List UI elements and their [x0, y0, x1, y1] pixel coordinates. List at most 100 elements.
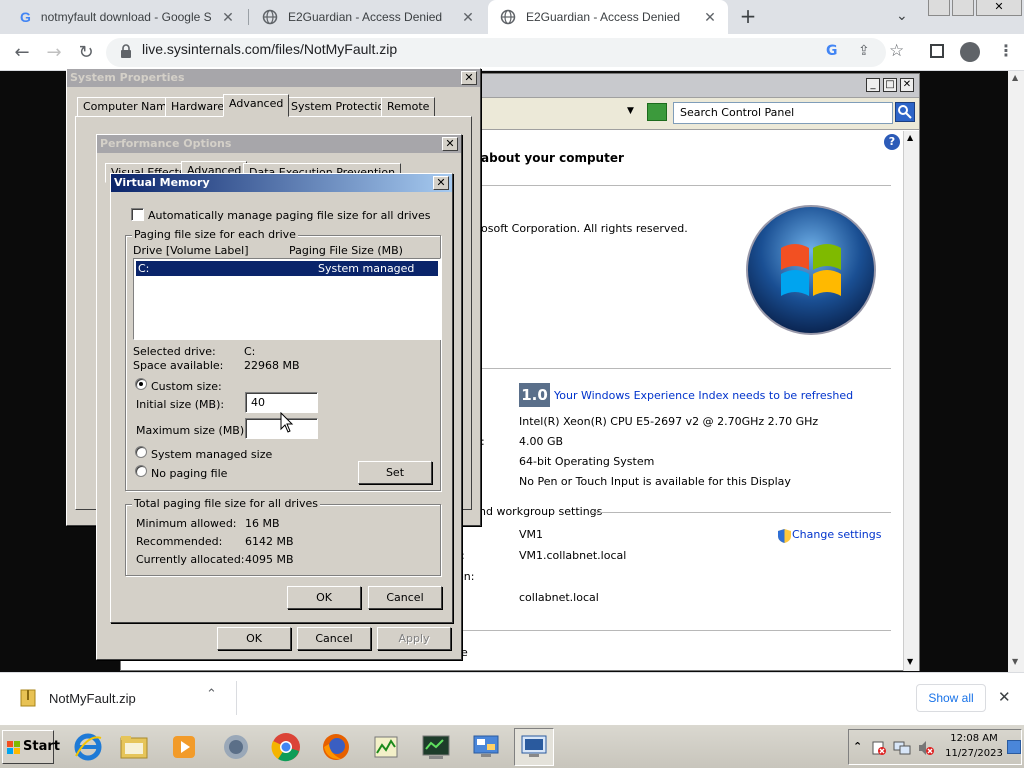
bookmark-star-icon[interactable]: ☆ [889, 41, 904, 61]
close-window-button[interactable]: ✕ [976, 0, 1022, 16]
tab-title: notmyfault download - Google Sear [40, 10, 211, 24]
space-available-value: 22968 MB [244, 359, 300, 372]
cancel-button[interactable]: Cancel [297, 627, 371, 650]
close-icon[interactable]: ✕ [998, 688, 1011, 706]
profile-avatar-icon[interactable] [960, 42, 980, 62]
close-button[interactable]: ✕ [900, 78, 914, 92]
auto-manage-checkbox[interactable] [131, 208, 144, 221]
reload-icon[interactable]: ↻ [74, 41, 98, 65]
tab-google-search[interactable]: G notmyfault download - Google Sear ✕ [8, 0, 246, 34]
control-panel-scrollbar[interactable]: ▲ ▼ [903, 131, 919, 671]
divider [236, 681, 237, 715]
wei-refresh-link[interactable]: Your Windows Experience Index needs to b… [554, 389, 853, 402]
dropdown-arrow-icon[interactable]: ▼ [627, 106, 634, 116]
maximize-button[interactable]: □ [883, 78, 897, 92]
change-settings-link[interactable]: Change settings [792, 528, 881, 541]
network-icon[interactable] [216, 728, 256, 766]
start-label: Start [23, 739, 60, 754]
google-g-icon: G [20, 9, 31, 25]
chevron-down-icon[interactable]: ⌄ [896, 8, 908, 24]
close-icon[interactable]: ✕ [220, 9, 236, 25]
initial-size-label: Initial size (MB): [136, 398, 225, 411]
virtual-memory-dialog: Virtual Memory ✕ Automatically manage pa… [110, 173, 453, 623]
action-center-icon[interactable] [871, 740, 887, 756]
minimize-window-button[interactable] [928, 0, 950, 16]
clock-time[interactable]: 12:08 AM [943, 733, 1005, 744]
chrome-icon[interactable] [266, 728, 306, 766]
globe-icon [262, 9, 278, 25]
refresh-go-icon[interactable] [647, 103, 667, 121]
server-manager-icon[interactable] [416, 728, 456, 766]
new-tab-button[interactable]: + [736, 5, 760, 29]
tab-advanced[interactable]: Advanced [223, 94, 290, 117]
show-hidden-icons-icon[interactable]: ⌃ [853, 740, 862, 753]
memory-label: : [481, 435, 485, 448]
chevron-up-icon[interactable]: ⌃ [206, 687, 217, 702]
cp-heading: about your computer [481, 151, 624, 165]
lock-icon[interactable] [120, 44, 132, 58]
internet-explorer-icon[interactable] [68, 728, 108, 766]
initial-size-input[interactable]: 40 [245, 392, 318, 413]
more-menu-icon[interactable]: ⋮ [998, 41, 1014, 60]
tab-title: E2Guardian - Access Denied [526, 10, 681, 24]
firefox-icon[interactable] [316, 728, 356, 766]
help-icon[interactable]: ? [884, 134, 900, 150]
pen-touch-value: No Pen or Touch Input is available for t… [519, 475, 791, 488]
tab-remote[interactable]: Remote [381, 97, 436, 117]
restore-window-button[interactable] [952, 0, 974, 16]
share-icon[interactable]: ⇪ [858, 43, 870, 59]
space-available-label: Space available: [133, 359, 224, 372]
close-icon[interactable]: ✕ [702, 9, 718, 25]
start-button[interactable]: Start [2, 730, 60, 764]
close-button[interactable]: ✕ [461, 71, 477, 85]
forward-arrow-icon[interactable]: → [42, 41, 66, 65]
ok-button[interactable]: OK [217, 627, 291, 650]
tab-e2guardian-2[interactable]: E2Guardian - Access Denied ✕ [488, 0, 728, 34]
tab-separator [248, 9, 249, 25]
maximum-size-label: Maximum size (MB): [136, 424, 248, 437]
no-paging-radio[interactable] [135, 465, 147, 477]
apply-button[interactable]: Apply [377, 627, 451, 650]
search-icon[interactable] [895, 102, 915, 122]
network-tray-icon[interactable] [893, 740, 911, 756]
tab-e2guardian-1[interactable]: E2Guardian - Access Denied ✕ [250, 0, 486, 34]
media-player-icon[interactable] [164, 728, 204, 766]
performance-monitor-icon[interactable] [366, 728, 406, 766]
browser-tab-strip: G notmyfault download - Google Sear ✕ E2… [0, 0, 1024, 34]
volume-muted-icon[interactable] [917, 740, 935, 756]
drive-list[interactable]: C: System managed [133, 258, 441, 340]
ok-button[interactable]: OK [287, 586, 361, 609]
back-arrow-icon[interactable]: ← [10, 41, 34, 65]
google-lens-icon[interactable]: G [826, 43, 838, 59]
close-icon[interactable]: ✕ [460, 9, 476, 25]
system-window-taskbar-button[interactable] [514, 728, 554, 766]
page-scrollbar[interactable]: ▲ ▼ [1008, 71, 1024, 672]
recommended-value: 6142 MB [245, 535, 294, 548]
column-drive: Drive [Volume Label] [133, 244, 249, 257]
file-explorer-icon[interactable] [114, 728, 154, 766]
url-text[interactable]: live.sysinternals.com/files/NotMyFault.z… [142, 41, 397, 57]
clock-date[interactable]: 11/27/2023 [943, 748, 1005, 759]
close-button[interactable]: ✕ [442, 137, 458, 151]
domain-value: collabnet.local [519, 591, 599, 604]
virtual-memory-titlebar: Virtual Memory [111, 174, 452, 192]
system-managed-radio[interactable] [135, 446, 147, 458]
side-panel-icon[interactable] [930, 44, 944, 58]
set-button[interactable]: Set [358, 461, 432, 484]
custom-size-radio[interactable] [135, 378, 147, 390]
cancel-button[interactable]: Cancel [368, 586, 442, 609]
show-all-button[interactable]: Show all [916, 684, 986, 712]
show-desktop-icon[interactable] [1007, 740, 1021, 754]
processor-value: Intel(R) Xeon(R) CPU E5-2697 v2 @ 2.70GH… [519, 415, 819, 428]
divider [461, 185, 891, 186]
search-control-panel-input[interactable]: Search Control Panel [673, 102, 893, 124]
minimize-button[interactable]: _ [866, 78, 880, 92]
control-panel-icon[interactable] [466, 728, 506, 766]
drive-row[interactable]: C: System managed [136, 261, 438, 276]
tab-title: E2Guardian - Access Denied [288, 10, 443, 24]
download-filename[interactable]: NotMyFault.zip [49, 691, 136, 706]
close-button[interactable]: ✕ [433, 176, 449, 190]
divider [461, 630, 891, 631]
tab-hardware[interactable]: Hardware [165, 97, 231, 117]
performance-options-titlebar: Performance Options [97, 135, 461, 153]
